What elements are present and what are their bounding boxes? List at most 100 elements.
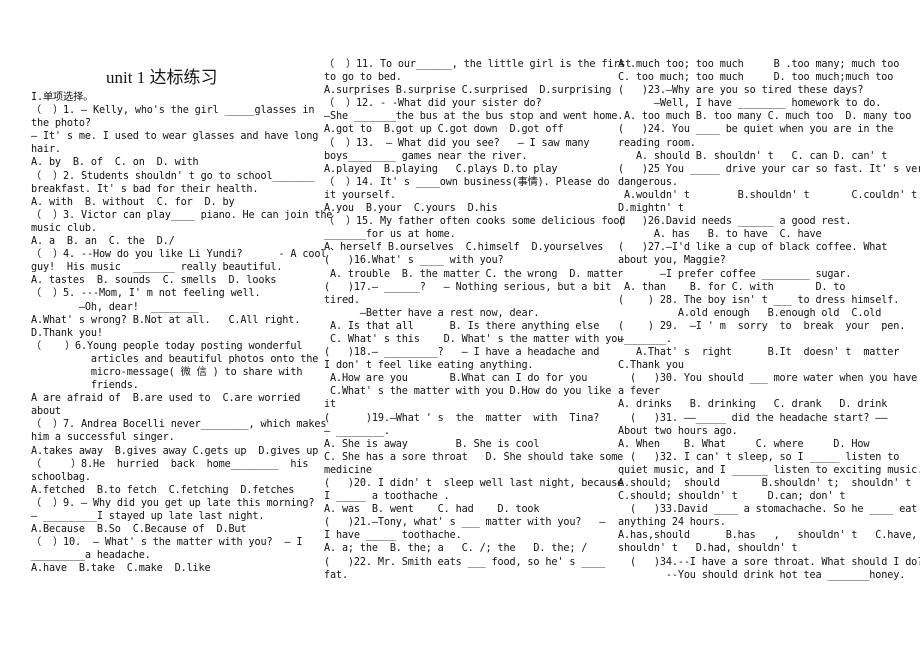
text-line: A. drinks B. drinking C. drank D. drink <box>618 399 888 411</box>
text-line: （ ）14. It' s ____own business(事情). Pleas… <box>324 176 610 188</box>
text-line: A.has,should B.has , shouldn' t C.have, <box>618 530 918 542</box>
text-line: ( )20. I didn' t sleep well last night, … <box>324 478 624 489</box>
text-line: （ ）11. To our______, the little girl is … <box>324 59 632 70</box>
text-line: ( )22. Mr. Smith eats ___ food, so he' s… <box>324 556 606 568</box>
right-question-lines: A .much too; too much B .too many; much … <box>618 58 920 582</box>
text-line: ( ) 28. The boy isn' t ___ to dress hims… <box>618 294 900 306</box>
text-line: —Better have a rest now, dear. <box>324 307 540 319</box>
text-line: a fever <box>618 386 660 398</box>
text-line: （ ）8.He hurried back home________ his <box>31 458 309 470</box>
text-line: ( )19.—What ' s the matter with Tina? <box>324 412 600 424</box>
text-line: A. She is away B. She is cool <box>324 438 540 450</box>
text-line: guy! His music _______ really beautiful. <box>31 262 283 274</box>
text-line: medicine <box>324 464 372 476</box>
text-line: —She _______the bus at the bus stop and … <box>324 111 624 123</box>
text-line: A. was B. went C. had D. took <box>324 504 540 516</box>
text-line: D.Thank you! <box>31 327 103 339</box>
text-line: （ ）3. Victor can play____ piano. He can … <box>31 209 333 221</box>
text-line: A.fetched B.to fetch C.fetching D.fetche… <box>31 484 295 496</box>
text-line: ( )32. I can' t sleep, so I _____ listen… <box>618 451 900 463</box>
text-line: （ ）5. ---Mom, I' m not feeling well. <box>31 288 261 300</box>
text-line: A. with B. without C. for D. by <box>31 196 235 208</box>
text-line: ( ) 29. —I ' m sorry to break your pen. <box>618 320 906 332</box>
text-line: A. When B. What C. where D. How <box>618 438 870 450</box>
text-line: A. by B. of C. on D. with <box>31 157 199 169</box>
text-line: _______for us at home. <box>324 229 456 241</box>
text-line: A. should B. shouldn' t C. can D. can' t <box>618 150 888 162</box>
text-line: A. than B. for C. with D. to <box>618 281 846 293</box>
text-line: A.have B.take C.make D.like <box>31 563 211 575</box>
text-line: ( )23.—Why are you so tired these days? <box>618 85 864 97</box>
left-question-lines: （ ）1. — Kelly, who's the girl _____glass… <box>31 104 333 575</box>
text-line: ( )17.— ______? — Nothing serious, but a… <box>324 281 612 293</box>
text-line: A.Because B.So C.Because of D.But <box>31 524 247 536</box>
text-line: I don' t feel like eating anything. <box>324 360 534 372</box>
text-line: —Well, I have ________ homework to do. <box>618 98 882 110</box>
text-line: （ ）9. — Why did you get up late this mor… <box>31 497 315 509</box>
text-line: A.What' s wrong? B.Not at all. C.All rig… <box>31 314 301 326</box>
text-line: A.you B.your C.yours D.his <box>324 203 498 215</box>
text-line: （ ）4. --How do you like Li Yundi? - A co… <box>31 249 327 261</box>
text-line: music club. <box>31 222 97 234</box>
text-line: A.wouldn' t B.shouldn' t C.couldn' t <box>618 189 918 201</box>
text-line: micro-message( 微 信 ) to share with <box>31 366 303 378</box>
text-line: A.old enough B.enough old C.old <box>618 307 882 319</box>
text-line: （ ）1. — Kelly, who's the girl _____glass… <box>31 105 315 117</box>
text-line: _________a headache. <box>31 550 151 562</box>
text-line: A. trouble B. the matter C. the wrong D.… <box>324 268 624 280</box>
text-line: A. a B. an C. the D./ <box>31 236 175 248</box>
text-line: ( )26.David needs ______ a good rest. <box>618 216 852 228</box>
text-line: --You should drink hot tea _______honey. <box>618 569 906 581</box>
text-line: A.got to B.got up C.got down D.got off <box>324 124 564 136</box>
text-line: A are afraid of B.are used to C.are worr… <box>31 393 301 405</box>
text-line: ( )34.--I have a sore throat. What shoul… <box>618 556 920 568</box>
text-line: About two hours ago. <box>618 425 738 437</box>
text-line: A. Is that all B. Is there anything else <box>324 320 600 332</box>
text-line: breakfast. It' s bad for their health. <box>31 183 259 195</box>
text-line: （ ）6.Young people today posting wonderfu… <box>31 340 303 352</box>
text-line: schoolbag. <box>31 471 91 483</box>
text-line: to go to bed. <box>324 72 402 84</box>
page-title: unit 1 达标练习 <box>106 68 218 87</box>
right-column: A .much too; too much B .too many; much … <box>618 58 920 582</box>
text-line: I _____ a toothache . <box>324 491 450 503</box>
left-column: I.单项选择。 （ ）1. — Kelly, who's the girl __… <box>31 91 333 575</box>
text-line: A.should; should B.shouldn' t; shouldn' … <box>618 478 912 489</box>
text-line: about you, Maggie? <box>618 255 726 267</box>
text-line: ( )25 You _____ drive your car so fast. … <box>618 163 920 175</box>
text-line: ( )31. ——_____ did the headache start? —… <box>618 412 888 424</box>
text-line: friends. <box>31 380 139 392</box>
text-line: A. a; the B. the; a C. /; the D. the; / <box>324 543 588 555</box>
text-line: A.played B.playing C.plays D.to play <box>324 163 558 175</box>
text-line: C. too much; too much D. too much;much t… <box>618 72 894 84</box>
text-line: ( )30. You should ___ more water when yo… <box>618 373 918 385</box>
text-line: C. She has a sore throat D. She should t… <box>324 451 624 463</box>
text-line: A.takes away B.gives away C.gets up D.gi… <box>31 445 319 457</box>
text-line: reading room. <box>618 137 696 149</box>
section-heading: I.单项选择。 <box>31 92 94 103</box>
text-line: C. What' s this D. What' s the matter wi… <box>324 333 624 345</box>
middle-question-lines: （ ）11. To our______, the little girl is … <box>324 58 632 582</box>
text-line: （ ）12. - -What did your sister do? <box>324 98 542 110</box>
text-line: boys________ games near the river. <box>324 150 528 162</box>
text-line: articles and beautiful photos onto the <box>31 353 319 365</box>
text-line: — _________I stayed up late last night. <box>31 511 265 522</box>
text-line: —_______. <box>618 333 672 345</box>
text-line: A. tastes B. sounds C. smells D. looks <box>31 275 277 287</box>
text-line: A .much too; too much B .too many; much … <box>618 59 900 70</box>
text-line: ( )33.David ____ a stomachache. So he __… <box>618 504 918 516</box>
text-line: （ ）7. Andrea Bocelli never________, whic… <box>31 419 327 431</box>
text-line: anything 24 hours. <box>618 517 726 529</box>
text-line: ( )16.What' s ____ with you? <box>324 255 504 267</box>
text-line: ( )18.— _________? — I have a headache a… <box>324 347 600 359</box>
text-line: A. too much B. too many C. much too D. m… <box>618 111 912 123</box>
text-line: C.should; shouldn' t D.can; don' t <box>618 491 846 503</box>
text-line: ( )21.—Tony, what' s ___ matter with you… <box>324 517 606 529</box>
text-line: him a successful singer. <box>31 432 175 444</box>
text-line: A.That' s right B.It doesn' t matter <box>618 347 900 359</box>
text-line: the photo? <box>31 118 91 130</box>
text-line: A、herself B.ourselves C.himself D.yourse… <box>324 242 604 254</box>
text-line: —Oh, dear! ________ <box>31 301 199 313</box>
text-line: （ ）13. — What did you see? — I saw many <box>324 137 590 149</box>
text-line: about <box>31 406 61 418</box>
